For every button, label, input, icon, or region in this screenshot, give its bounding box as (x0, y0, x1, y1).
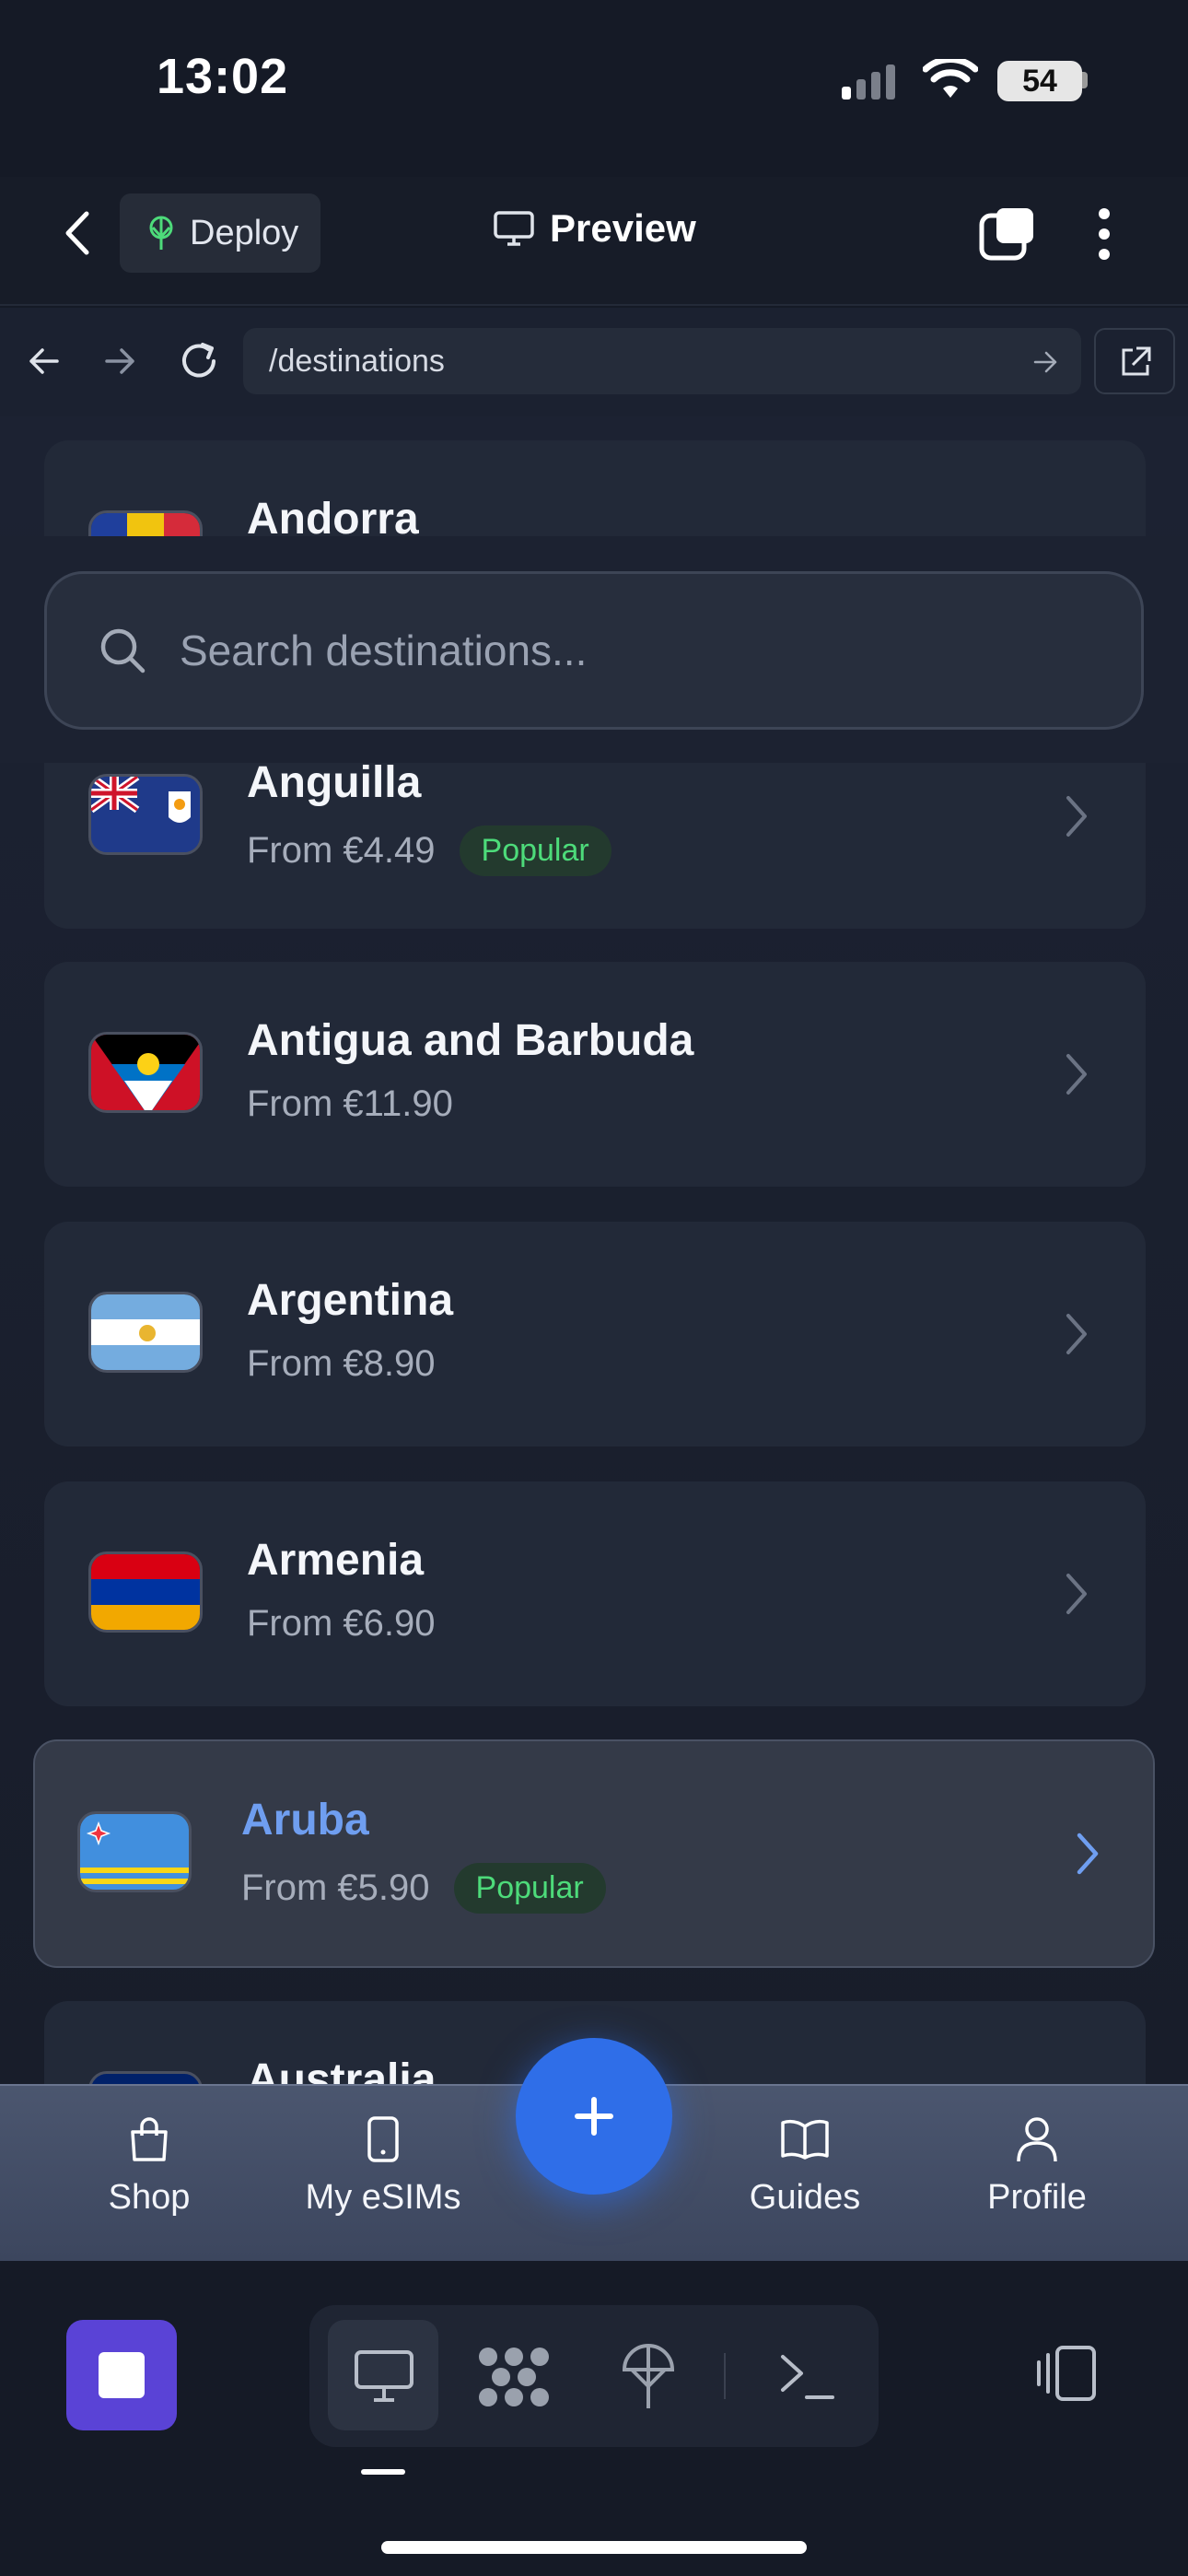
destination-card-antigua-and-barbuda[interactable]: Antigua and Barbuda From €11.90 (44, 962, 1146, 1187)
monitor-icon (355, 2350, 413, 2402)
popular-badge: Popular (459, 825, 611, 876)
chevron-right-icon (1066, 1574, 1087, 1614)
phone-icon (367, 2116, 399, 2162)
preview-title[interactable]: Preview (493, 206, 696, 251)
flag-armenia-icon (88, 1551, 203, 1633)
shopping-bag-icon (131, 2117, 168, 2161)
popular-badge: Popular (453, 1863, 606, 1914)
preview-label: Preview (550, 206, 696, 250)
destination-price: From €4.49 (247, 830, 436, 871)
tabs-switcher-icon[interactable] (978, 205, 1037, 263)
device-rotate-icon[interactable] (1033, 2344, 1100, 2403)
stop-icon (99, 2352, 145, 2398)
status-time: 13:02 (157, 49, 289, 104)
deploy-icon (149, 216, 173, 250)
wifi-icon (923, 59, 978, 98)
active-tool-indicator (361, 2469, 405, 2475)
destination-name: Aruba (241, 1796, 369, 1844)
divider (724, 2353, 726, 2399)
stop-button[interactable] (66, 2320, 177, 2430)
monitor-icon (494, 211, 534, 246)
destination-card-argentina[interactable]: Argentina From €8.90 (44, 1222, 1146, 1446)
destination-price: From €11.90 (247, 1083, 453, 1124)
destination-name: Antigua and Barbuda (247, 1016, 694, 1065)
external-link-icon (1122, 346, 1151, 376)
destination-name: Argentina (247, 1276, 454, 1325)
browser-forward-icon[interactable] (101, 343, 138, 380)
preview-tool-button[interactable] (328, 2320, 438, 2430)
tab-my-esims[interactable]: My eSIMs (291, 2115, 475, 2218)
more-options-icon[interactable] (1092, 206, 1116, 262)
terminal-icon[interactable] (777, 2351, 836, 2403)
search-icon (100, 628, 146, 673)
tab-shop-label: Shop (108, 2178, 191, 2217)
reload-icon[interactable] (177, 339, 221, 383)
chevron-right-icon (1066, 1054, 1087, 1095)
cellular-signal-icon (842, 64, 895, 100)
deploy-label: Deploy (190, 213, 299, 252)
flag-argentina-icon (88, 1292, 203, 1373)
user-icon (1017, 2117, 1057, 2162)
tab-profile-label: Profile (987, 2178, 1087, 2217)
flag-antigua-and-barbuda-icon (88, 1032, 203, 1113)
destination-name: Armenia (247, 1536, 425, 1585)
search-bar[interactable] (44, 571, 1144, 730)
deploy-tool-icon[interactable] (619, 2342, 678, 2412)
deploy-button[interactable]: Deploy (120, 193, 320, 273)
tab-my-esims-label: My eSIMs (305, 2178, 461, 2217)
chevron-right-icon (1066, 1314, 1087, 1354)
book-icon (781, 2119, 829, 2160)
tab-guides-label: Guides (749, 2178, 861, 2217)
tab-guides[interactable]: Guides (713, 2115, 897, 2218)
battery-tip (1082, 72, 1088, 88)
plus-icon (575, 2097, 613, 2136)
tab-shop[interactable]: Shop (57, 2115, 241, 2218)
open-external-button[interactable] (1094, 328, 1175, 394)
home-indicator (381, 2541, 807, 2554)
search-input[interactable] (180, 626, 1064, 675)
destination-price: From €6.90 (247, 1603, 436, 1644)
chevron-right-icon (1077, 1832, 1099, 1875)
go-arrow-icon[interactable] (1031, 348, 1059, 376)
add-button[interactable] (516, 2038, 672, 2195)
destination-name: Anguilla (247, 758, 422, 807)
destination-price: From €8.90 (247, 1343, 436, 1384)
flag-australia-icon (88, 2071, 203, 2084)
battery-indicator: 54 (997, 61, 1082, 101)
url-field[interactable]: /destinations (243, 328, 1081, 394)
chevron-right-icon (1066, 796, 1087, 837)
back-chevron-icon[interactable] (61, 210, 94, 256)
destination-card-aruba[interactable]: Aruba From €5.90 Popular (33, 1739, 1155, 1968)
destination-price: From €5.90 (241, 1868, 430, 1908)
flag-aruba-icon (77, 1811, 192, 1892)
browser-back-icon[interactable] (26, 343, 63, 380)
tab-profile[interactable]: Profile (945, 2115, 1129, 2218)
destination-card-armenia[interactable]: Armenia From €6.90 (44, 1481, 1146, 1706)
destination-name: Australia (247, 2055, 437, 2084)
integrations-icon[interactable] (475, 2344, 553, 2410)
